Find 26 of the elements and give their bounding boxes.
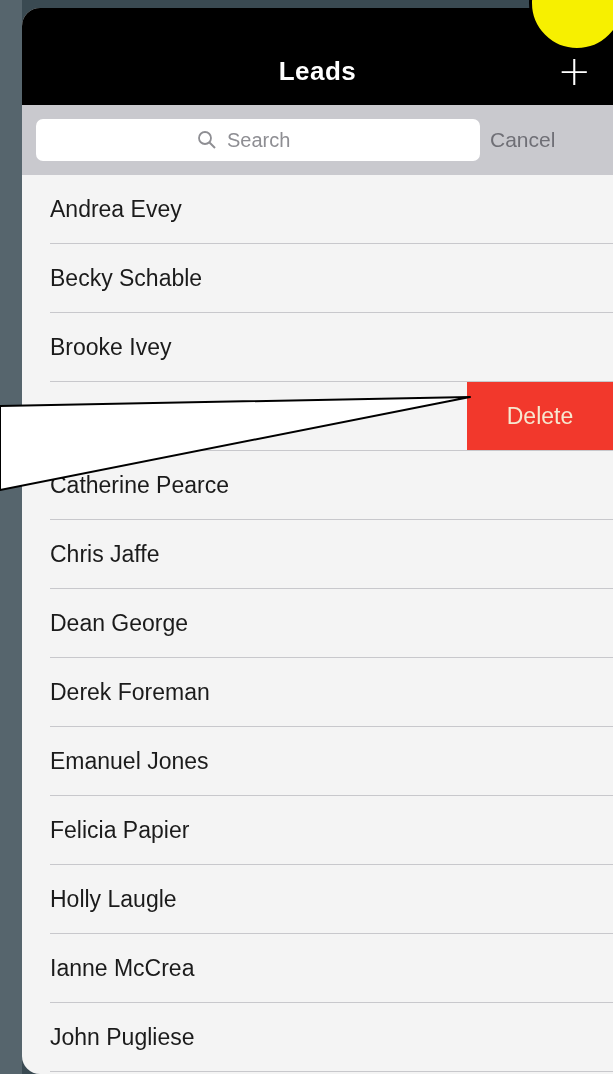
- lead-row[interactable]: Andrea Evey: [50, 175, 613, 244]
- lead-name: Holly Laugle: [50, 885, 177, 913]
- lead-row[interactable]: Becky Schable: [50, 244, 613, 313]
- lead-name: Derek Foreman: [50, 678, 210, 706]
- add-button[interactable]: +: [557, 51, 591, 91]
- lead-row[interactable]: Ianne McCrea: [50, 934, 613, 1003]
- search-icon: [197, 130, 217, 150]
- lead-name: Felicia Papier: [50, 816, 190, 844]
- lead-name: John Pugliese: [50, 1023, 195, 1051]
- popover-title: Leads: [278, 56, 357, 87]
- lead-name: Andrea Evey: [50, 195, 182, 223]
- lead-name: Emanuel Jones: [50, 747, 209, 775]
- lead-row[interactable]: Emanuel Jones: [50, 727, 613, 796]
- lead-name: Brooke Ivey: [50, 333, 172, 361]
- lead-row[interactable]: Chris Jaffe: [50, 520, 613, 589]
- lead-row[interactable]: Holly Laugle: [50, 865, 613, 934]
- lead-name: Becky Schable: [50, 264, 203, 292]
- lead-name: Dean George: [50, 609, 189, 637]
- lead-name: Catherine Pearce: [50, 471, 229, 499]
- lead-name: Ianne McCrea: [50, 954, 195, 982]
- lead-row[interactable]: Felicia Papier: [50, 796, 613, 865]
- lead-row[interactable]: Dean George: [50, 589, 613, 658]
- lead-row[interactable]: Derek Foreman: [50, 658, 613, 727]
- search-field[interactable]: Search: [225, 127, 319, 153]
- lead-row[interactable]: John Pugliese: [50, 1003, 613, 1072]
- lead-name: Chris Jaffe: [50, 540, 160, 568]
